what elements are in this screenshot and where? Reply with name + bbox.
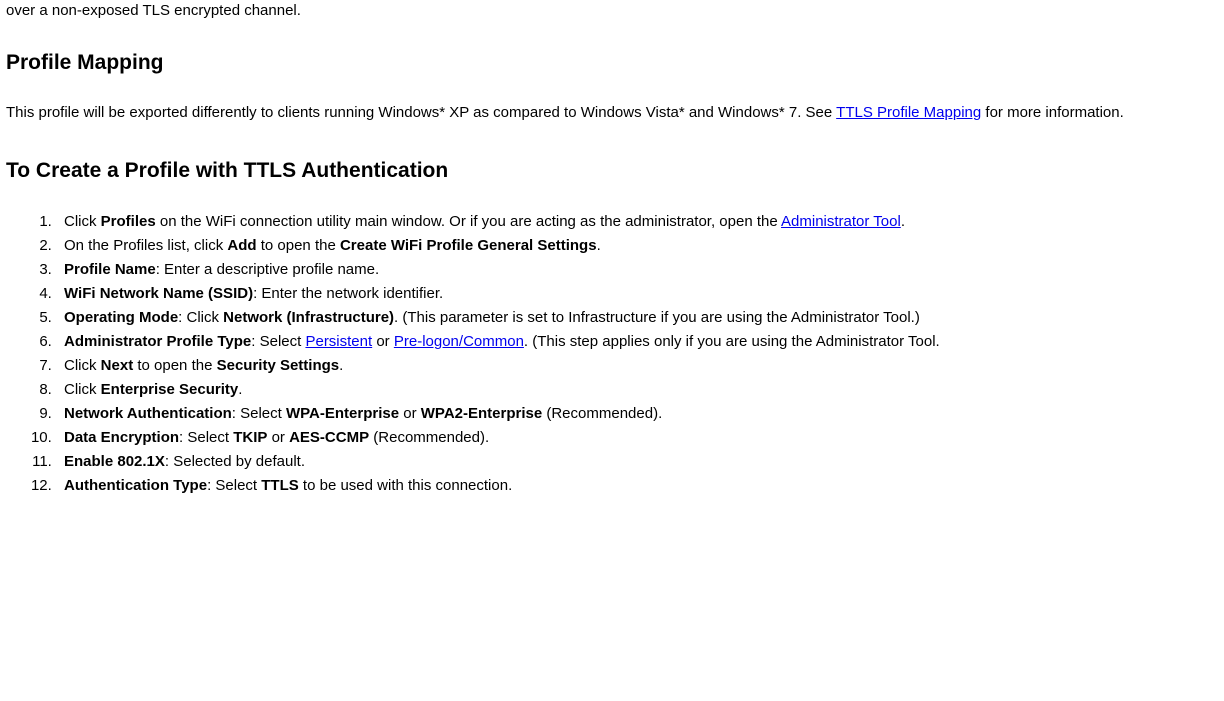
step-6: Administrator Profile Type: Select Persi… bbox=[56, 330, 1224, 354]
step-10: Data Encryption: Select TKIP or AES-CCMP… bbox=[56, 426, 1224, 450]
heading-create-profile: To Create a Profile with TTLS Authentica… bbox=[6, 155, 1224, 187]
step-11: Enable 802.1X: Selected by default. bbox=[56, 450, 1224, 474]
profile-mapping-paragraph: This profile will be exported differentl… bbox=[6, 102, 1224, 125]
ttls-profile-mapping-link[interactable]: TTLS Profile Mapping bbox=[836, 104, 981, 121]
persistent-link[interactable]: Persistent bbox=[305, 333, 372, 350]
pm-text-after: for more information. bbox=[981, 104, 1124, 121]
steps-list: Click Profiles on the WiFi connection ut… bbox=[6, 210, 1224, 498]
pm-text-before: This profile will be exported differentl… bbox=[6, 104, 836, 121]
step-8: Click Enterprise Security. bbox=[56, 378, 1224, 402]
heading-profile-mapping: Profile Mapping bbox=[6, 47, 1224, 79]
step-1: Click Profiles on the WiFi connection ut… bbox=[56, 210, 1224, 234]
pre-logon-common-link[interactable]: Pre-logon/Common bbox=[394, 333, 524, 350]
step-12: Authentication Type: Select TTLS to be u… bbox=[56, 474, 1224, 498]
step-5: Operating Mode: Click Network (Infrastru… bbox=[56, 306, 1224, 330]
step-3: Profile Name: Enter a descriptive profil… bbox=[56, 258, 1224, 282]
step-2: On the Profiles list, click Add to open … bbox=[56, 234, 1224, 258]
step-9: Network Authentication: Select WPA-Enter… bbox=[56, 402, 1224, 426]
administrator-tool-link[interactable]: Administrator Tool bbox=[781, 213, 901, 230]
step-4: WiFi Network Name (SSID): Enter the netw… bbox=[56, 282, 1224, 306]
step-7: Click Next to open the Security Settings… bbox=[56, 354, 1224, 378]
intro-fragment: over a non-exposed TLS encrypted channel… bbox=[6, 0, 1224, 23]
